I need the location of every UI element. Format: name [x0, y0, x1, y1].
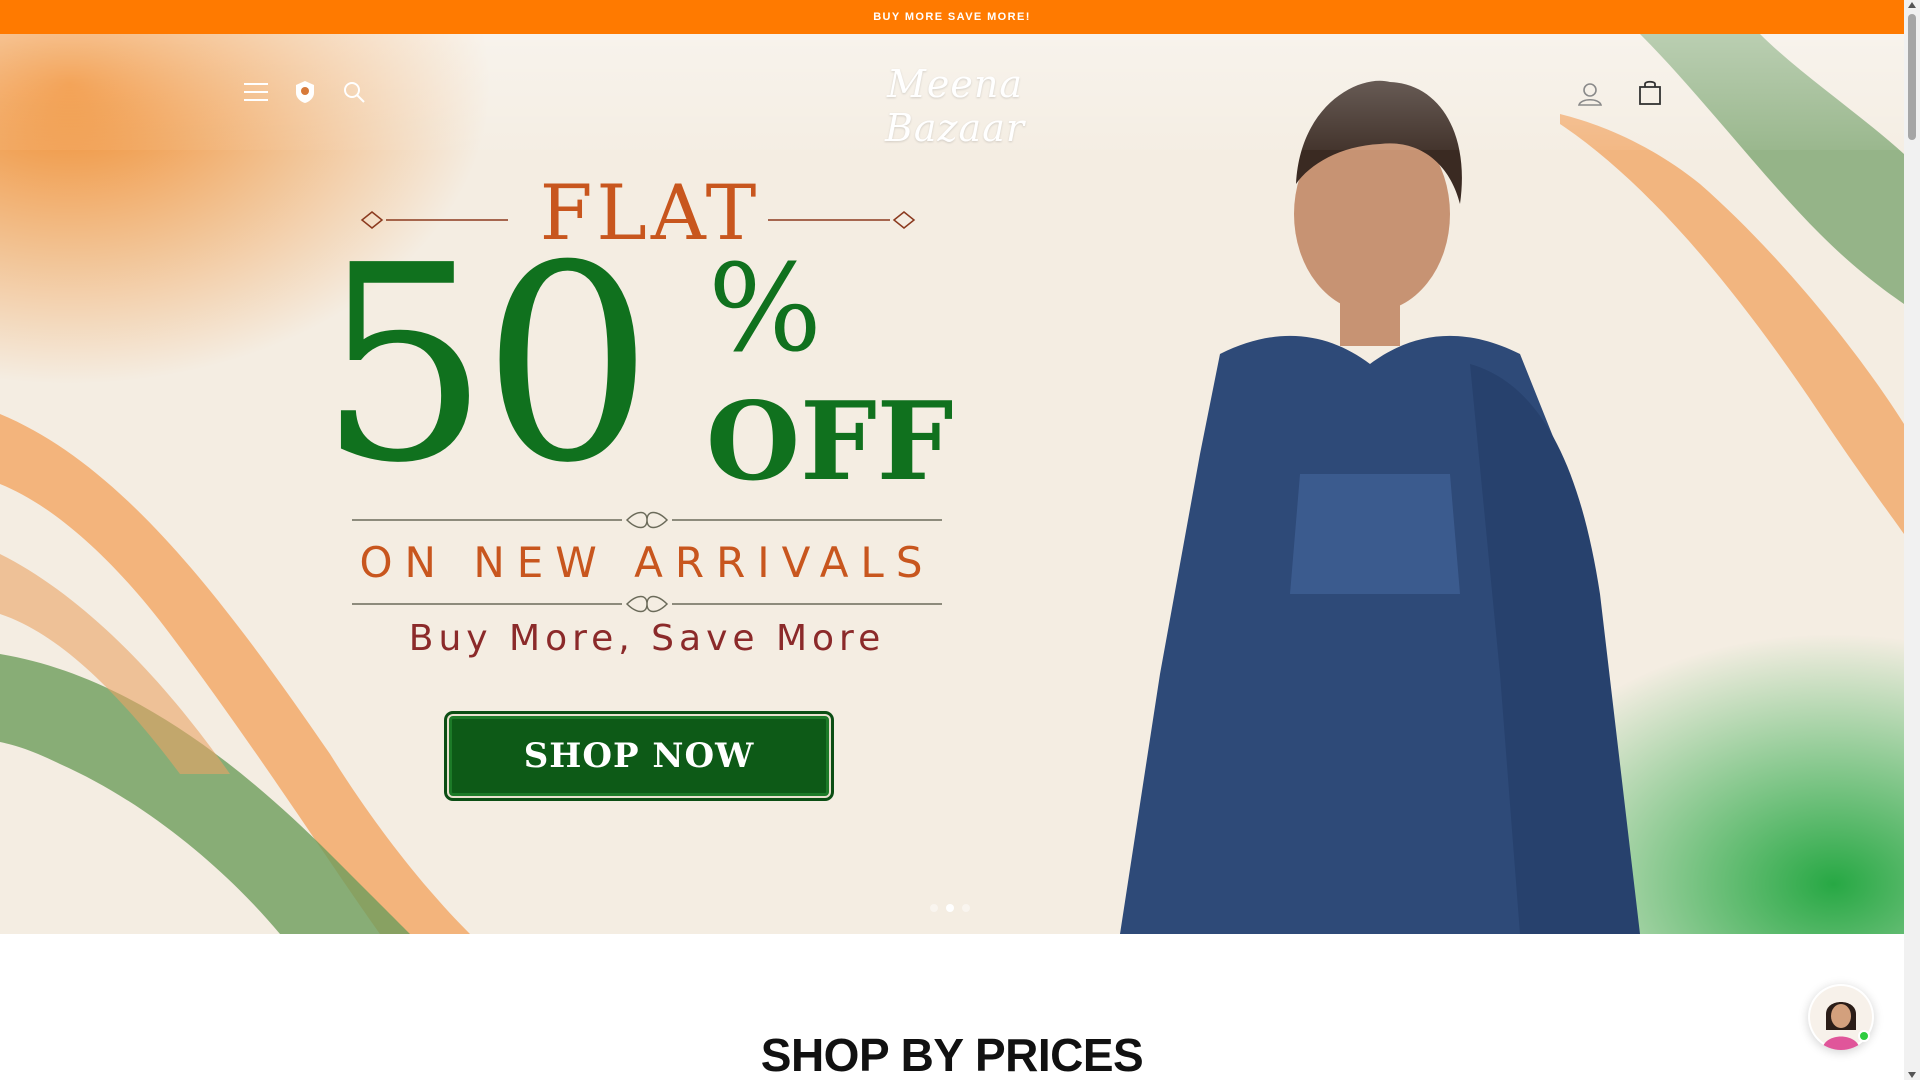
search-icon[interactable]	[338, 76, 370, 108]
divider-top	[352, 511, 942, 529]
discount-value: 50	[318, 207, 654, 522]
slide-dot-3[interactable]	[962, 904, 970, 912]
shop-now-label: SHOP NOW	[523, 736, 755, 776]
slide-dots	[930, 904, 970, 912]
scrollbar[interactable]	[1904, 0, 1920, 1080]
slide-dot-1[interactable]	[930, 904, 938, 912]
cart-icon[interactable]	[1634, 76, 1666, 108]
announcement-text: BUY MORE SAVE MORE!	[873, 11, 1031, 23]
scroll-thumb[interactable]	[1908, 14, 1916, 140]
site-logo[interactable]: Meena Bazaar	[830, 62, 1080, 150]
tagline-text: Buy More, Save More	[408, 618, 886, 659]
scroll-down-icon[interactable]	[1908, 1072, 1916, 1078]
badge-icon[interactable]	[289, 76, 321, 108]
shop-now-button[interactable]: SHOP NOW	[449, 716, 829, 796]
percent-sign: %	[708, 240, 823, 379]
account-icon[interactable]	[1574, 78, 1606, 110]
arrivals-text: ON NEW ARRIVALS	[359, 538, 935, 587]
announcement-bar[interactable]: BUY MORE SAVE MORE!	[0, 0, 1904, 34]
off-text: OFF	[706, 379, 954, 505]
section-title: SHOP BY PRICES	[760, 1029, 1144, 1080]
divider-bottom	[352, 595, 942, 613]
scroll-up-icon[interactable]	[1908, 2, 1916, 8]
slide-dot-2[interactable]	[946, 904, 954, 912]
page: BUY MORE SAVE MORE! Meena Bazaar FLAT 50…	[0, 0, 1920, 1080]
menu-icon[interactable]	[240, 76, 272, 108]
online-indicator	[1858, 1030, 1870, 1042]
